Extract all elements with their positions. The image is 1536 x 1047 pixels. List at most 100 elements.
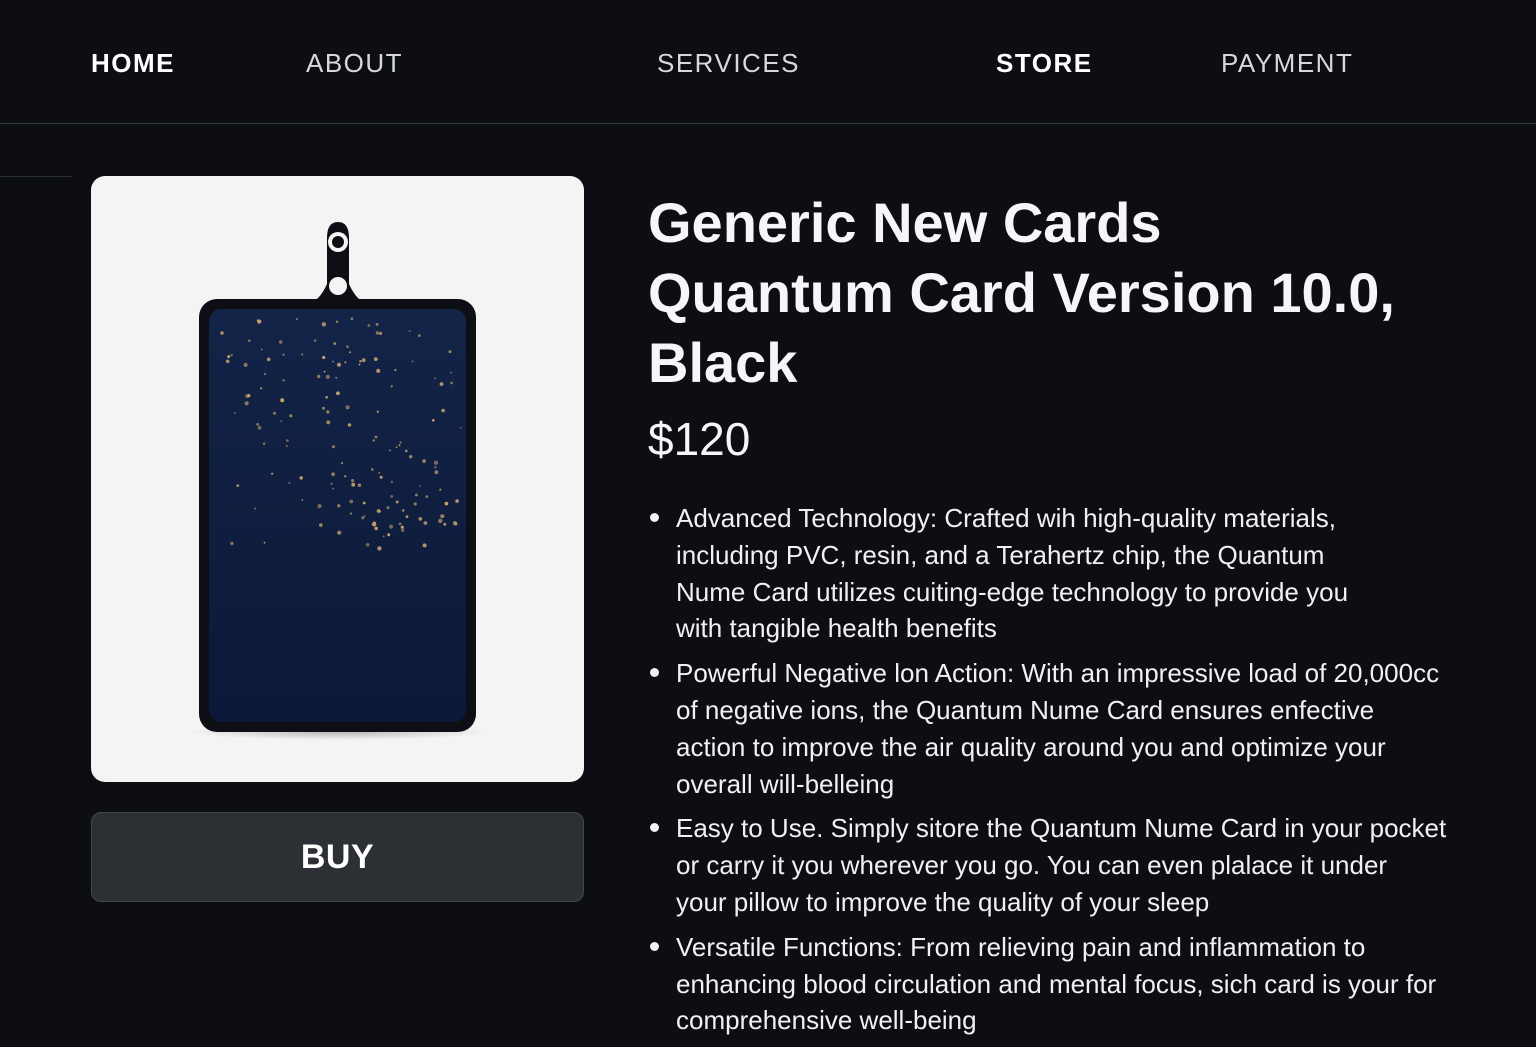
buy-button[interactable]: BUY	[91, 812, 584, 902]
speckle-dot	[398, 444, 401, 447]
speckle-dot	[432, 419, 435, 422]
speckle-dot	[390, 495, 394, 498]
speckle-dot	[278, 340, 283, 344]
speckle-dot	[401, 528, 405, 532]
speckle-dot	[433, 460, 439, 465]
speckle-dot	[387, 533, 391, 537]
product-price: $120	[648, 413, 751, 465]
speckle-dot	[367, 324, 371, 327]
speckle-dot	[415, 493, 418, 497]
speckle-dot	[341, 462, 344, 465]
speckle-dot	[330, 482, 333, 485]
quantum-card-pendant-icon	[188, 222, 488, 740]
speckle-dot	[362, 501, 366, 505]
speckle-dot	[282, 353, 285, 356]
speckle-dot	[335, 320, 339, 323]
speckle-dot	[260, 387, 263, 390]
speckle-dot	[225, 359, 230, 364]
speckle-dot	[418, 334, 421, 337]
speckle-dot	[374, 526, 379, 531]
feature-text: or carry it you wherever you go. You can…	[676, 850, 1388, 881]
speckle-dot	[408, 330, 411, 332]
feature-text: with tangible health benefits	[676, 613, 997, 644]
speckle-dot	[452, 521, 457, 526]
feature-text: action to improve the air quality around…	[676, 731, 1386, 762]
speckle-dot	[323, 370, 326, 373]
speckle-dot	[425, 495, 429, 498]
speckle-dot	[301, 353, 304, 356]
nav-services-link[interactable]: SERVICES	[657, 48, 800, 79]
speckle-dot	[411, 360, 414, 363]
speckle-dot	[273, 411, 276, 415]
speckle-dot	[266, 357, 271, 362]
nav-home-link[interactable]: HOME	[91, 48, 175, 79]
speckle-dot	[263, 372, 267, 376]
speckle-dot	[376, 509, 381, 513]
speckle-dot	[280, 398, 285, 403]
speckle-dot	[227, 355, 231, 359]
speckle-dot	[288, 482, 291, 484]
speckle-dot	[363, 515, 366, 518]
speckle-dot	[280, 420, 283, 422]
speckle-dot	[439, 488, 442, 491]
speckle-dot	[409, 455, 413, 459]
speckle-dot	[326, 410, 330, 414]
speckle-dot	[326, 420, 331, 425]
feature-item: Versatile Functions: From relieving pain…	[648, 929, 1498, 1039]
speckle-dot	[313, 339, 317, 342]
speckle-dot	[444, 501, 449, 506]
speckle-dot	[243, 362, 248, 367]
speckle-dot	[236, 484, 240, 487]
bullet-icon	[650, 823, 659, 833]
speckle-dot	[379, 331, 383, 335]
speckle-dot	[422, 543, 427, 548]
speckle-dot	[344, 361, 347, 364]
speckle-dot	[357, 483, 362, 487]
speckle-dot	[322, 406, 325, 410]
speckle-dot	[450, 381, 453, 385]
feature-text: Advanced Technology: Crafted wih high-qu…	[676, 503, 1336, 533]
speckle-dot	[333, 342, 337, 345]
speckle-dot	[325, 396, 328, 399]
speckle-dot	[361, 358, 366, 363]
speckle-dot	[254, 507, 257, 510]
speckle-dot	[379, 475, 383, 479]
feature-item: Powerful Negative lon Action: With an im…	[648, 655, 1498, 802]
speckle-dot	[332, 360, 334, 363]
speckle-dot	[351, 482, 356, 487]
speckle-dot	[372, 439, 375, 442]
nav-about-link[interactable]: ABOUT	[306, 48, 403, 79]
speckle-dot	[257, 425, 262, 430]
speckle-dot	[382, 535, 385, 538]
speckle-dot	[399, 441, 402, 444]
speckle-dot	[289, 414, 293, 418]
speckle-dot	[440, 514, 445, 519]
speckle-dot	[244, 401, 249, 406]
speckle-dot	[371, 468, 374, 471]
nav-payment-link[interactable]: PAYMENT	[1221, 48, 1353, 79]
speckle-dot	[350, 317, 354, 320]
speckle-dot	[299, 476, 303, 480]
feature-text: enhancing blood circulation and mental f…	[676, 968, 1437, 999]
product-title-line: Black	[648, 331, 798, 394]
feature-text: comprehensive well-being	[676, 1005, 977, 1036]
speckle-dot	[317, 504, 322, 509]
speckle-dot	[346, 345, 349, 348]
speckle-dot	[394, 369, 397, 372]
speckle-dot	[419, 485, 421, 487]
speckle-dot	[438, 518, 443, 524]
speckle-dot	[441, 408, 445, 413]
speckle-dot	[413, 502, 417, 506]
speckle-dot	[350, 512, 353, 515]
speckle-dot	[256, 423, 260, 426]
feature-item: Advanced Technology: Crafted wih high-qu…	[648, 500, 1498, 647]
feature-text: of negative ions, the Quantum Nume Card …	[676, 694, 1375, 725]
speckle-dot	[376, 410, 379, 413]
feature-text: your pillow to improve the quality of yo…	[676, 886, 1210, 917]
speckle-dot	[337, 362, 341, 367]
speckle-dot	[319, 523, 323, 527]
feature-text: Powerful Negative lon Action: With an im…	[676, 658, 1440, 689]
nav-store-link[interactable]: STORE	[996, 48, 1093, 79]
speckle-dot	[247, 339, 251, 342]
speckle-dot	[220, 331, 224, 335]
